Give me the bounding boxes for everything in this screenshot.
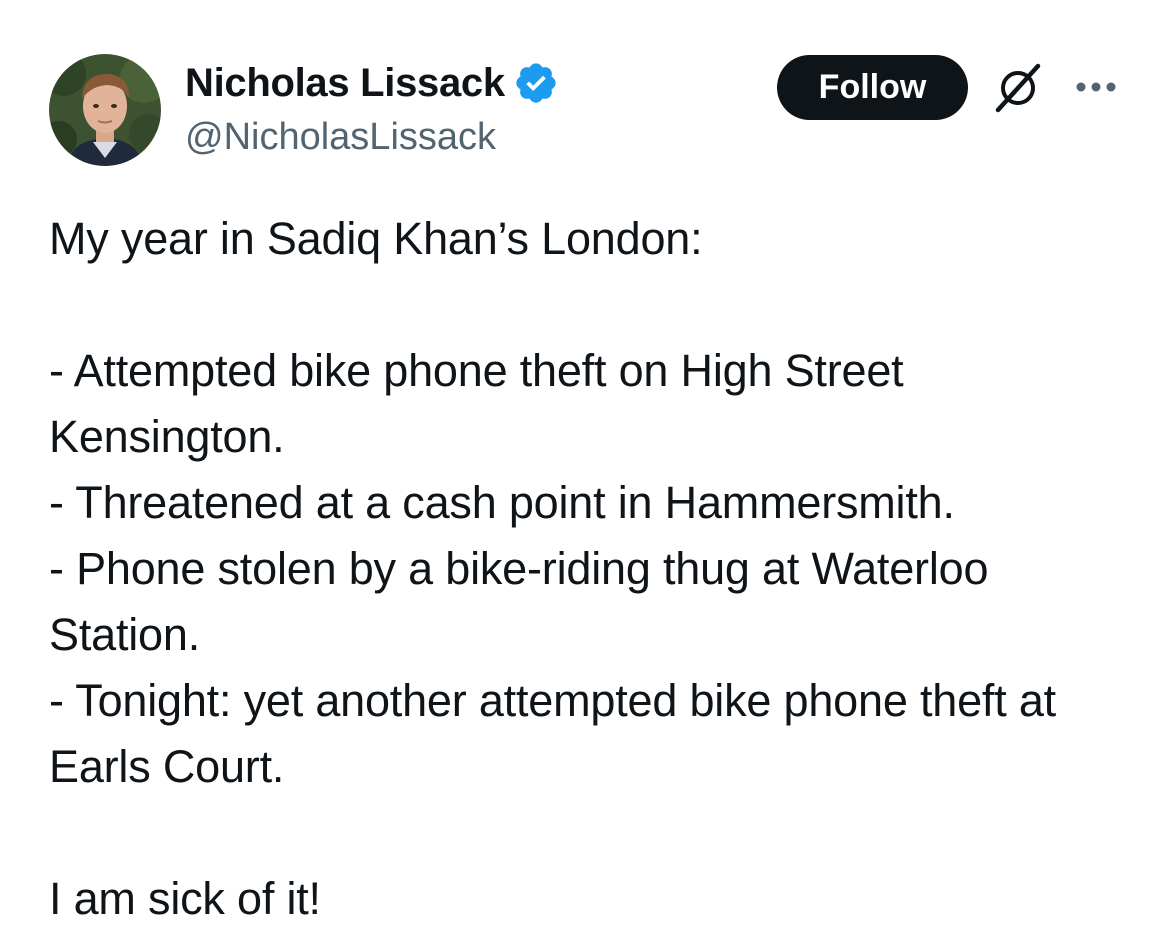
follow-button[interactable]: Follow — [777, 55, 968, 120]
tweet-card: Nicholas Lissack @NicholasLissack Follow… — [0, 0, 1170, 947]
verified-badge-icon[interactable] — [513, 60, 559, 106]
grok-icon[interactable] — [990, 60, 1046, 116]
author-name-row: Nicholas Lissack — [185, 58, 559, 108]
author-handle[interactable]: @NicholasLissack — [185, 116, 496, 159]
avatar[interactable] — [49, 54, 161, 166]
tweet-body-text: My year in Sadiq Khan’s London: - Attemp… — [49, 213, 1056, 924]
author-display-name[interactable]: Nicholas Lissack — [185, 61, 505, 106]
more-dots-icon[interactable] — [1071, 70, 1121, 104]
